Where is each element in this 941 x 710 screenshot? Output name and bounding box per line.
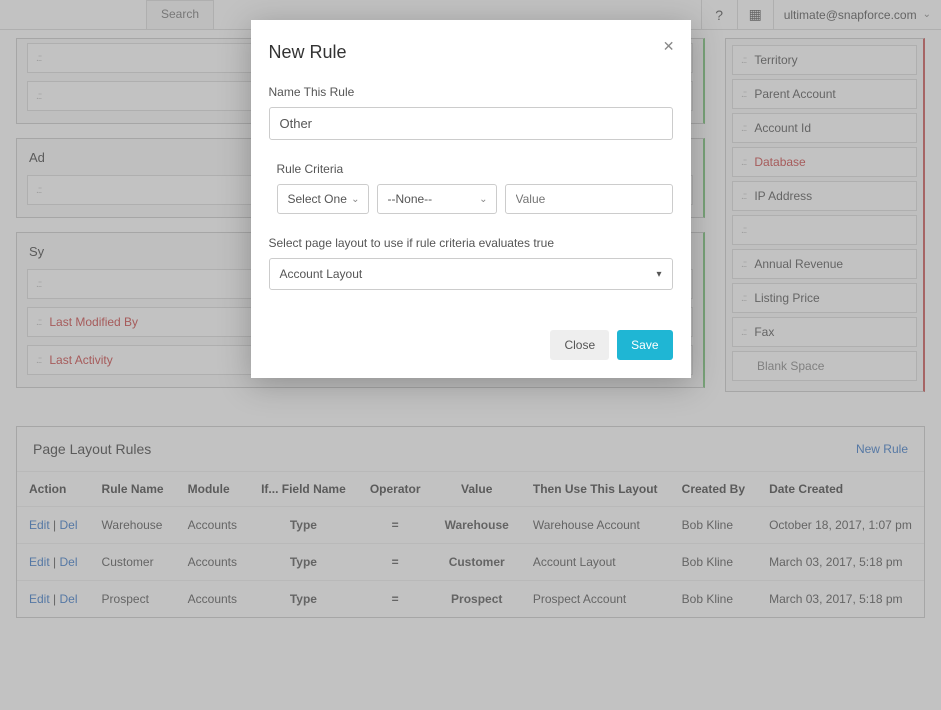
save-button[interactable]: Save: [617, 330, 672, 360]
close-icon[interactable]: ✕: [663, 38, 675, 55]
caret-down-icon: ▾: [656, 269, 661, 280]
field-select[interactable]: Select One⌄: [277, 184, 369, 214]
criteria-row: Select One⌄ --None--⌄: [269, 184, 673, 214]
rule-name-input[interactable]: [269, 107, 673, 140]
modal-overlay: New Rule ✕ Name This Rule Rule Criteria …: [0, 0, 941, 710]
operator-select[interactable]: --None--⌄: [377, 184, 497, 214]
modal-actions: Close Save: [269, 330, 673, 360]
criteria-label: Rule Criteria: [277, 162, 673, 176]
name-label: Name This Rule: [269, 85, 673, 99]
layout-select[interactable]: Account Layout ▾: [269, 258, 673, 290]
close-button[interactable]: Close: [550, 330, 609, 360]
chevron-down-icon: ⌄: [479, 194, 487, 205]
chevron-down-icon: ⌄: [351, 194, 359, 205]
value-input[interactable]: [505, 184, 673, 214]
new-rule-modal: New Rule ✕ Name This Rule Rule Criteria …: [251, 20, 691, 378]
layout-label: Select page layout to use if rule criter…: [269, 236, 673, 250]
modal-title: New Rule: [269, 42, 673, 63]
